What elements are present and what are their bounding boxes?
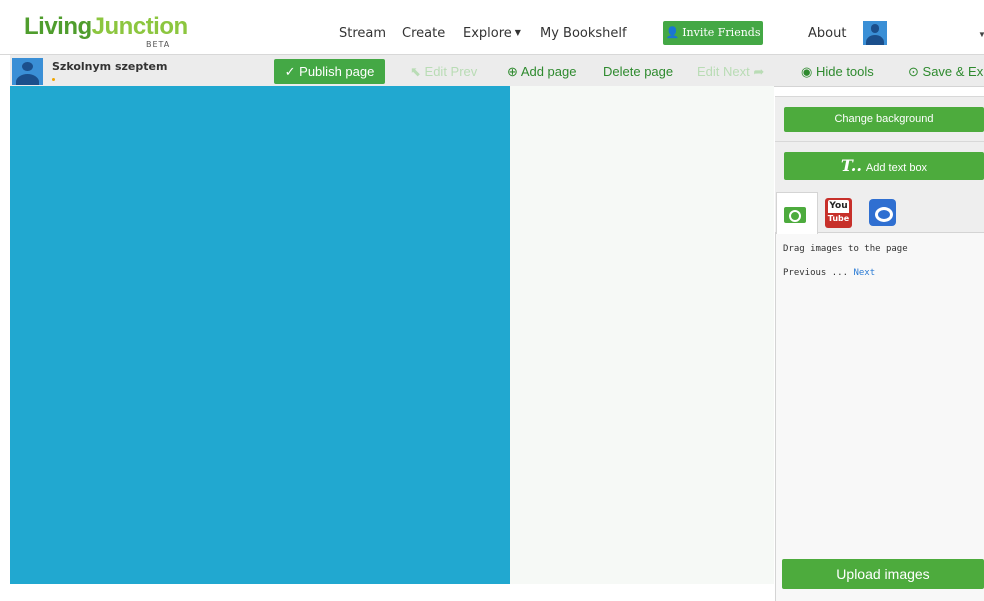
plus-circle-icon: ⊕ xyxy=(507,64,518,79)
user-avatar xyxy=(12,58,43,85)
add-user-icon: 👤 xyxy=(665,26,680,39)
tab-camera[interactable] xyxy=(776,192,818,234)
save-circle-icon: ⊙ xyxy=(908,64,919,79)
account-dropdown-caret-icon[interactable]: ▼ xyxy=(978,30,984,39)
hide-tools-label: Hide tools xyxy=(815,64,874,79)
nav-my-bookshelf[interactable]: My Bookshelf xyxy=(540,26,627,41)
canvas-bottom-margin xyxy=(0,584,775,601)
next-link[interactable]: Next xyxy=(853,268,875,278)
delete-page-button[interactable]: Delete page xyxy=(603,64,673,79)
edit-next-label: Edit Next xyxy=(697,64,750,79)
page-canvas-right-area[interactable] xyxy=(510,86,774,584)
publish-page-button[interactable]: ✓ Publish page xyxy=(274,59,385,84)
logo-text-junction: Junction xyxy=(91,13,189,40)
camera-icon xyxy=(784,207,806,223)
edit-next-button[interactable]: Edit Next ➦ xyxy=(697,64,764,80)
bing-icon xyxy=(875,207,893,222)
save-exit-button[interactable]: ⊙ Save & Exi xyxy=(908,64,984,80)
upload-images-button[interactable]: Upload images xyxy=(782,559,984,589)
page-owner-name: Szkolnym szeptem xyxy=(52,60,168,73)
status-dot xyxy=(52,78,55,81)
add-text-box-button[interactable]: T.. Add text box xyxy=(784,152,984,180)
nav-create[interactable]: Create xyxy=(402,26,445,41)
text-t-icon: T.. xyxy=(840,156,862,175)
edit-prev-label: Edit Prev xyxy=(424,64,478,79)
change-background-button[interactable]: Change background xyxy=(784,107,984,132)
nav-stream[interactable]: Stream xyxy=(339,26,386,41)
drag-images-hint: Drag images to the page xyxy=(783,244,908,254)
page-canvas-background[interactable] xyxy=(10,86,510,584)
invite-friends-label: Invite Friends xyxy=(682,26,761,39)
eye-icon: ◉ xyxy=(801,64,813,79)
reply-arrow-icon: ⬉ xyxy=(410,64,421,79)
youtube-icon: You xyxy=(828,200,849,213)
add-page-button[interactable]: ⊕ Add page xyxy=(507,64,576,80)
tab-bing[interactable] xyxy=(869,199,896,226)
left-margin xyxy=(0,55,10,601)
user-avatar-top[interactable] xyxy=(863,21,887,45)
edit-prev-button[interactable]: ⬉ Edit Prev xyxy=(410,64,477,80)
caret-down-icon: ▼ xyxy=(514,28,521,37)
beta-badge: BETA xyxy=(146,40,171,49)
nav-explore[interactable]: Explore ▼ xyxy=(463,26,521,41)
add-text-box-label: Add text box xyxy=(865,162,928,174)
logo-text-living: Living xyxy=(24,13,92,40)
living-junction-logo[interactable]: LivingJunction xyxy=(24,14,188,40)
add-page-label: Add page xyxy=(520,64,577,79)
forward-arrow-icon: ➦ xyxy=(753,64,765,79)
previous-link[interactable]: Previous ... xyxy=(783,268,848,278)
youtube-tube-label: Tube xyxy=(827,214,850,223)
save-exit-label: Save & Exi xyxy=(922,64,984,79)
nav-about[interactable]: About xyxy=(808,26,846,41)
invite-friends-button[interactable]: 👤 Invite Friends xyxy=(663,21,763,45)
image-pagination: Previous ... Next xyxy=(783,268,875,278)
hide-tools-button[interactable]: ◉ Hide tools xyxy=(801,64,874,80)
nav-explore-label: Explore xyxy=(463,26,512,41)
tab-youtube[interactable]: You Tube xyxy=(825,198,852,228)
